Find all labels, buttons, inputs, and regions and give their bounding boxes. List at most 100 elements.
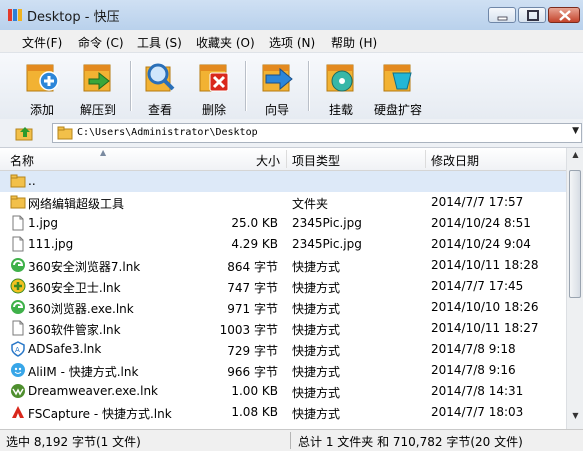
column-divider[interactable] — [425, 150, 426, 168]
menu-tools[interactable]: 工具 (S) — [137, 34, 182, 51]
mount-button[interactable]: 挂载 — [311, 57, 371, 117]
file-size: 4.29 KB — [231, 237, 278, 251]
table-row[interactable]: .. — [0, 171, 566, 192]
file-type: 快捷方式 — [292, 407, 341, 421]
scroll-down-icon[interactable]: ▼ — [568, 411, 583, 427]
file-name: .. — [28, 174, 36, 188]
toolbar: 添加 解压到 查看 删除 向导 挂载 硬盘扩容 — [0, 52, 583, 120]
file-icon — [10, 320, 26, 336]
disk-expand-button[interactable]: 硬盘扩容 — [368, 57, 428, 117]
file-name: 网络编辑超级工具 — [28, 197, 125, 211]
table-row[interactable]: 360安全卫士.lnk 747 字节 快捷方式 2014/7/7 17:45 — [0, 276, 566, 297]
menu-favorites[interactable]: 收藏夹 (O) — [196, 34, 255, 51]
table-row[interactable]: 111.jpg 4.29 KB 2345Pic.jpg 2014/10/24 9:04 — [0, 234, 566, 255]
file-type: 快捷方式 — [292, 323, 341, 337]
extract-to-label: 解压到 — [79, 103, 116, 117]
close-button[interactable] — [548, 7, 580, 23]
file-size: 1003 字节 — [219, 323, 278, 337]
column-modified[interactable]: 修改日期 — [431, 152, 479, 169]
shield-icon: A — [10, 341, 26, 357]
file-icon — [10, 236, 26, 252]
table-row[interactable]: 360软件管家.lnk 1003 字节 快捷方式 2014/10/11 18:27 — [0, 318, 566, 339]
status-selection: 选中 8,192 字节(1 文件) — [6, 435, 141, 449]
file-modified: 2014/10/24 9:04 — [431, 237, 531, 251]
menu-help[interactable]: 帮助 (H) — [331, 34, 377, 51]
address-field[interactable]: C:\Users\Administrator\Desktop ▼ — [52, 123, 582, 143]
title-bar: Desktop - 快压 — [0, 0, 583, 31]
wizard-label: 向导 — [264, 103, 289, 117]
security-360-icon — [10, 278, 26, 294]
scroll-up-icon[interactable]: ▲ — [568, 150, 583, 166]
menu-options[interactable]: 选项 (N) — [269, 34, 315, 51]
table-row[interactable]: A ADSafe3.lnk 729 字节 快捷方式 2014/7/8 9:18 — [0, 339, 566, 360]
file-modified: 2014/7/7 17:45 — [431, 279, 524, 293]
file-type: 快捷方式 — [292, 302, 341, 316]
file-type: 快捷方式 — [292, 281, 341, 295]
status-bar: 选中 8,192 字节(1 文件) 总计 1 文件夹 和 710,782 字节(… — [0, 429, 583, 451]
file-type: 快捷方式 — [292, 365, 341, 379]
file-type: 快捷方式 — [292, 260, 341, 274]
file-modified: 2014/7/8 9:18 — [431, 342, 516, 356]
svg-text:A: A — [15, 346, 20, 354]
table-row[interactable]: 1.jpg 25.0 KB 2345Pic.jpg 2014/10/24 8:51 — [0, 213, 566, 234]
vertical-scrollbar[interactable]: ▲ ▼ — [566, 148, 583, 429]
delete-button[interactable]: 删除 — [184, 57, 244, 117]
file-size: 25.0 KB — [231, 216, 278, 230]
file-type: 2345Pic.jpg — [292, 237, 362, 251]
aliim-icon — [10, 362, 26, 378]
file-name: Dreamweaver.exe.lnk — [28, 384, 159, 398]
disk-expand-label: 硬盘扩容 — [373, 103, 422, 117]
view-magnifier-icon — [145, 63, 175, 92]
chevron-down-icon[interactable]: ▼ — [572, 126, 579, 136]
menu-file[interactable]: 文件(F) — [22, 34, 62, 51]
file-size: 966 字节 — [227, 365, 278, 379]
window-title: Desktop - 快压 — [27, 10, 120, 25]
delete-label: 删除 — [201, 103, 226, 117]
table-row[interactable]: 360安全浏览器7.lnk 864 字节 快捷方式 2014/10/11 18:28 — [0, 255, 566, 276]
wizard-arrow-icon — [262, 64, 293, 92]
file-size: 1.00 KB — [231, 384, 278, 398]
menu-command[interactable]: 命令 (C) — [78, 34, 124, 51]
mount-disk-icon — [326, 64, 354, 92]
minimize-icon — [497, 16, 508, 21]
address-path: C:\Users\Administrator\Desktop — [77, 127, 258, 138]
column-size[interactable]: 大小 — [256, 152, 280, 169]
file-name: 360安全卫士.lnk — [28, 281, 121, 295]
table-row[interactable]: 网络编辑超级工具 文件夹 2014/7/7 17:57 — [0, 192, 566, 213]
file-modified: 2014/10/11 18:27 — [431, 321, 539, 335]
scrollbar-thumb[interactable] — [569, 170, 581, 298]
menu-bar: 文件(F) 命令 (C) 工具 (S) 收藏夹 (O) 选项 (N) 帮助 (H… — [0, 30, 583, 52]
file-size: 971 字节 — [227, 302, 278, 316]
table-row[interactable]: Dreamweaver.exe.lnk 1.00 KB 快捷方式 2014/7/8 1… — [0, 381, 566, 402]
table-row[interactable]: 360浏览器.exe.lnk 971 字节 快捷方式 2014/10/10 18:26 — [0, 297, 566, 318]
file-modified: 2014/10/11 18:28 — [431, 258, 539, 272]
file-size: 729 字节 — [227, 344, 278, 358]
folder-icon — [10, 194, 26, 210]
table-row[interactable]: AliIM - 快捷方式.lnk 966 字节 快捷方式 2014/7/8 9:16 — [0, 360, 566, 381]
status-divider — [290, 432, 291, 449]
minimize-button[interactable] — [488, 7, 516, 23]
maximize-button[interactable] — [518, 7, 546, 23]
status-total: 总计 1 文件夹 和 710,782 字节(20 文件) — [298, 435, 523, 449]
column-name[interactable]: 名称 — [10, 152, 34, 169]
column-divider[interactable] — [286, 150, 287, 168]
file-name: 1.jpg — [28, 216, 59, 230]
add-button[interactable]: 添加 — [12, 57, 72, 117]
maximize-icon — [527, 10, 539, 21]
column-type[interactable]: 项目类型 — [292, 152, 340, 169]
file-type: 2345Pic.jpg — [292, 216, 362, 230]
file-name: FSCapture - 快捷方式.lnk — [28, 407, 172, 421]
file-modified: 2014/7/8 9:16 — [431, 363, 516, 377]
app-icon — [8, 9, 22, 21]
up-folder-button[interactable] — [14, 124, 36, 142]
sort-ascending-icon: ▲ — [100, 148, 107, 157]
file-icon — [10, 215, 26, 231]
file-name: 111.jpg — [28, 237, 74, 251]
extract-to-button[interactable]: 解压到 — [68, 57, 128, 117]
file-modified: 2014/7/8 14:31 — [431, 384, 524, 398]
file-size: 1.08 KB — [231, 405, 278, 419]
table-row[interactable]: FSCapture - 快捷方式.lnk 1.08 KB 快捷方式 2014/7/7 … — [0, 402, 566, 423]
wizard-button[interactable]: 向导 — [247, 57, 307, 117]
column-header: 名称 ▲ 大小 项目类型 修改日期 — [0, 148, 566, 171]
file-modified: 2014/7/7 17:57 — [431, 195, 524, 209]
